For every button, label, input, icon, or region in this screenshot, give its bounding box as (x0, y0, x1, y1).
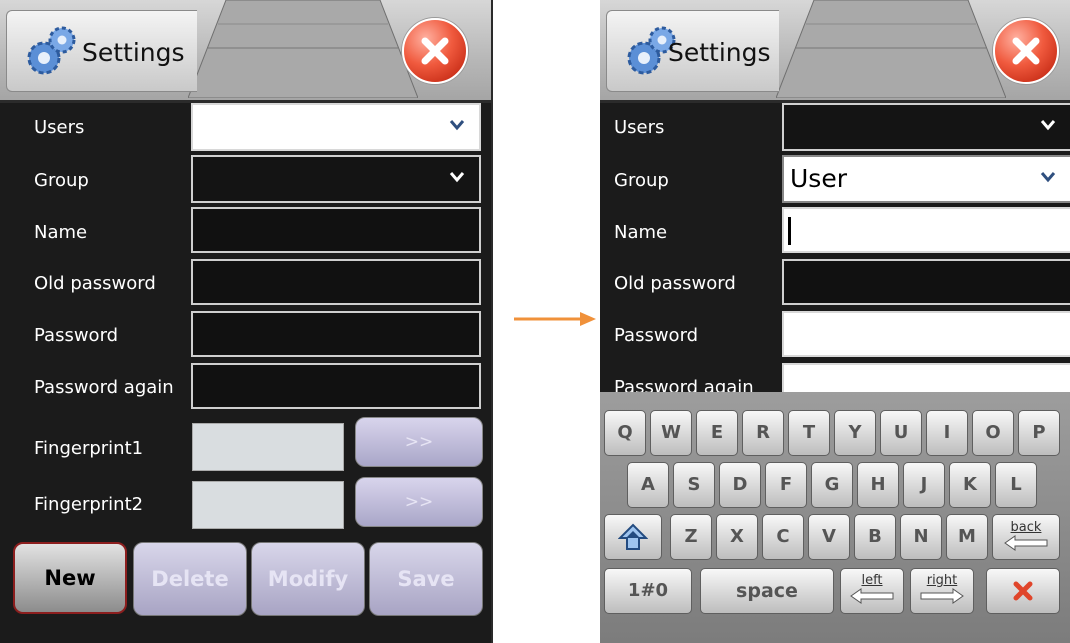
modify-button[interactable]: Modify (251, 542, 365, 616)
key-h[interactable]: H (857, 462, 899, 508)
key-k[interactable]: K (949, 462, 991, 508)
password-again-label: Password again (34, 377, 174, 398)
key-e[interactable]: E (696, 410, 738, 456)
key-l[interactable]: L (995, 462, 1037, 508)
old-password-field[interactable] (782, 259, 1070, 305)
chevron-down-icon (1040, 172, 1056, 183)
key-o[interactable]: O (972, 410, 1014, 456)
key-r[interactable]: R (742, 410, 784, 456)
left-arrow-key[interactable]: left (840, 568, 904, 614)
right-arrow-key[interactable]: right (910, 568, 974, 614)
key-v[interactable]: V (808, 514, 850, 560)
group-select[interactable]: User (782, 155, 1070, 203)
users-label: Users (614, 117, 665, 138)
name-field[interactable] (191, 207, 481, 253)
close-button[interactable] (402, 18, 468, 84)
settings-screen-before: Settings Users Group Name Old password P… (0, 0, 493, 643)
key-p[interactable]: P (1018, 410, 1060, 456)
chevron-down-icon (449, 172, 465, 183)
title-decoration (776, 0, 1006, 98)
name-label: Name (34, 222, 88, 243)
title-decoration (188, 0, 418, 98)
key-z[interactable]: Z (670, 514, 712, 560)
key-s[interactable]: S (673, 462, 715, 508)
fingerprint1-scan-button[interactable]: >> (355, 417, 483, 467)
left-key-label: left (861, 573, 883, 588)
arrow-left-icon (850, 588, 894, 604)
password-field[interactable] (782, 311, 1070, 357)
chevron-down-icon (449, 120, 465, 131)
password-again-field[interactable] (191, 363, 481, 409)
group-select[interactable] (191, 155, 481, 203)
new-button[interactable]: New (13, 542, 127, 614)
arrow-right-icon (920, 588, 964, 604)
fingerprint1-display (192, 423, 344, 471)
close-keyboard-key[interactable] (986, 568, 1060, 614)
key-y[interactable]: Y (834, 410, 876, 456)
delete-button[interactable]: Delete (133, 542, 247, 616)
fingerprint2-display (192, 481, 344, 529)
title-bar: Settings (0, 0, 491, 103)
password-field[interactable] (191, 311, 481, 357)
arrow-right-icon (514, 312, 596, 326)
key-m[interactable]: M (946, 514, 988, 560)
key-b[interactable]: B (854, 514, 896, 560)
key-j[interactable]: J (903, 462, 945, 508)
group-label: Group (614, 170, 669, 191)
right-key-label: right (926, 573, 958, 588)
users-label: Users (34, 117, 85, 138)
shift-key[interactable] (604, 514, 662, 560)
key-i[interactable]: I (926, 410, 968, 456)
old-password-label: Old password (34, 273, 156, 294)
password-label: Password (34, 325, 119, 346)
title-bar: Settings (600, 0, 1070, 103)
page-title: Settings (82, 38, 185, 67)
key-d[interactable]: D (719, 462, 761, 508)
key-t[interactable]: T (788, 410, 830, 456)
close-icon (1012, 37, 1040, 65)
key-q[interactable]: Q (604, 410, 646, 456)
shift-arrow-icon (617, 523, 649, 550)
name-field[interactable] (782, 207, 1070, 253)
fingerprint2-scan-button[interactable]: >> (355, 477, 483, 527)
users-select[interactable] (782, 103, 1070, 151)
close-button[interactable] (993, 18, 1059, 84)
space-key[interactable]: space (700, 568, 834, 614)
chevron-down-icon (1040, 120, 1056, 131)
key-n[interactable]: N (900, 514, 942, 560)
arrow-left-icon (1004, 535, 1048, 551)
key-u[interactable]: U (880, 410, 922, 456)
key-c[interactable]: C (762, 514, 804, 560)
save-button[interactable]: Save (369, 542, 483, 616)
on-screen-keyboard: Q W E R T Y U I O P A S D F G H J K L Z … (600, 392, 1070, 643)
old-password-field[interactable] (191, 259, 481, 305)
backspace-label: back (1010, 520, 1042, 535)
key-w[interactable]: W (650, 410, 692, 456)
text-cursor (788, 217, 791, 245)
password-label: Password (614, 325, 699, 346)
fingerprint2-label: Fingerprint2 (34, 494, 144, 515)
numbers-key[interactable]: 1#0 (604, 568, 692, 614)
users-select[interactable] (191, 103, 481, 151)
group-select-value: User (790, 164, 847, 193)
backspace-key[interactable]: back (992, 514, 1060, 560)
close-icon (1013, 581, 1033, 601)
fingerprint1-label: Fingerprint1 (34, 438, 144, 459)
key-x[interactable]: X (716, 514, 758, 560)
group-label: Group (34, 170, 89, 191)
settings-screen-after: Settings Users Group User Name Old passw… (600, 0, 1070, 643)
gear-icon (27, 26, 76, 75)
old-password-label: Old password (614, 273, 736, 294)
name-label: Name (614, 222, 668, 243)
key-f[interactable]: F (765, 462, 807, 508)
key-a[interactable]: A (627, 462, 669, 508)
key-g[interactable]: G (811, 462, 853, 508)
page-title: Settings (668, 38, 771, 67)
close-icon (421, 37, 449, 65)
